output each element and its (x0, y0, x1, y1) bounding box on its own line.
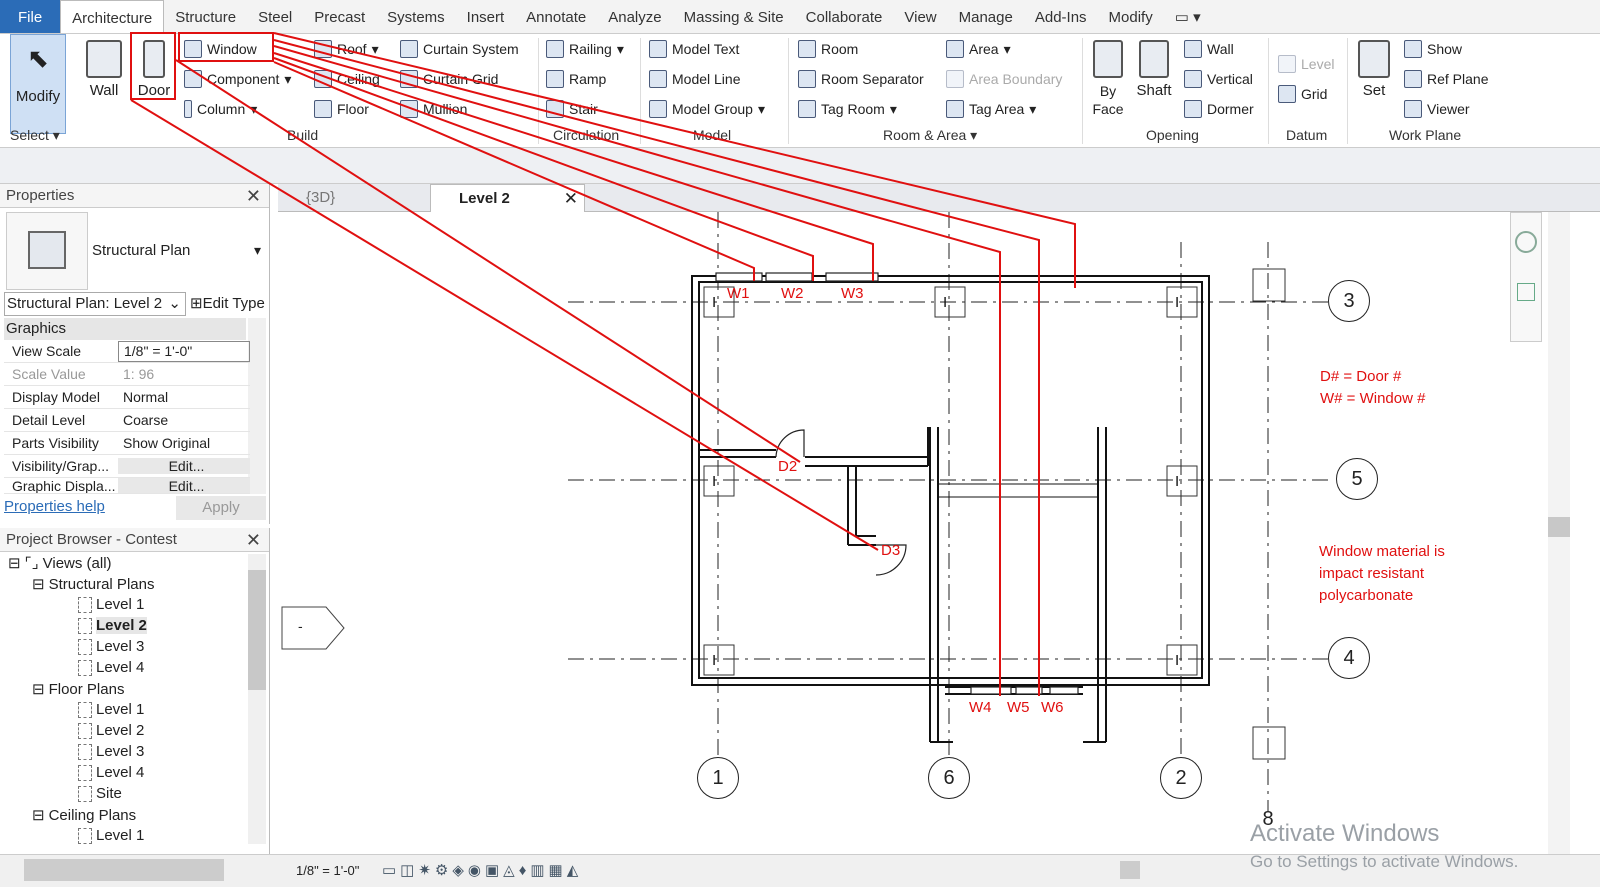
h-scrollbar[interactable] (24, 859, 224, 881)
annotation-leaders (130, 32, 1076, 696)
view-scale-control[interactable]: 1/8" = 1'-0" (296, 863, 359, 878)
activation-watermark-subtitle: Go to Settings to activate Windows. (1250, 852, 1519, 871)
revit-window: File Architecture Structure Steel Precas… (0, 0, 1600, 887)
activation-watermark-title: Activate Windows (1250, 820, 1440, 847)
view-controls-icons[interactable]: ▭◫✷⚙◈◉▣◬♦▥▦◭ (382, 861, 582, 879)
canvas-hscroll-thumb[interactable] (1120, 861, 1140, 879)
